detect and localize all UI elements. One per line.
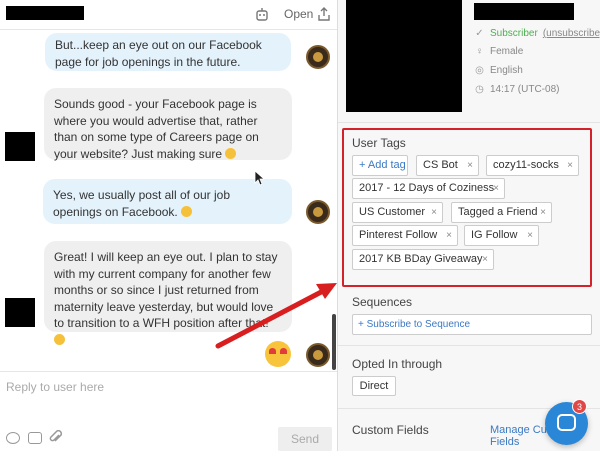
- subscribe-sequence-button[interactable]: + Subscribe to Sequence: [352, 314, 592, 335]
- profile-name-redacted: [474, 3, 574, 20]
- opted-in-title: Opted In through: [352, 357, 443, 371]
- language-value: English: [490, 65, 523, 76]
- remove-tag-icon[interactable]: ×: [431, 203, 437, 222]
- opted-in-value: Direct: [352, 376, 396, 396]
- reply-input[interactable]: Reply to user here: [6, 380, 104, 394]
- gender-row: ♀ Female: [474, 46, 524, 57]
- send-button[interactable]: Send: [278, 427, 332, 451]
- notification-badge: 3: [572, 399, 587, 414]
- user-tag: 2017 - 12 Days of Coziness ×: [352, 178, 505, 199]
- remove-tag-icon[interactable]: ×: [493, 179, 499, 198]
- remove-tag-icon[interactable]: ×: [527, 226, 533, 245]
- check-icon: ✓: [475, 28, 484, 39]
- emoji-icon[interactable]: [6, 432, 20, 444]
- page-avatar: [306, 45, 330, 69]
- tag-label: CS Bot: [423, 159, 458, 171]
- tag-label: 2017 - 12 Days of Coziness: [359, 182, 495, 194]
- remove-tag-icon[interactable]: ×: [467, 156, 473, 175]
- clock-icon: ◷: [475, 84, 484, 95]
- tag-label: cozy11-socks: [493, 159, 559, 171]
- message-text: Great! I will keep an eye out. I plan to…: [54, 250, 278, 330]
- chat-icon: [557, 414, 576, 431]
- tag-label: US Customer: [359, 206, 426, 218]
- user-avatar: [5, 298, 35, 327]
- user-tag: US Customer ×: [352, 202, 443, 223]
- message-user: Sounds good - your Facebook page is wher…: [44, 88, 292, 161]
- unsubscribe-link[interactable]: (unsubscribe): [543, 28, 600, 39]
- smile-emoji-icon: [54, 333, 65, 345]
- tag-label: Pinterest Follow: [359, 229, 438, 241]
- chat-scrollbar[interactable]: [332, 314, 336, 370]
- image-icon[interactable]: [28, 432, 42, 444]
- message-text: Yes, we usually post all of our job open…: [53, 188, 230, 219]
- contact-name-redacted: [6, 6, 84, 20]
- tag-label: IG Follow: [471, 229, 518, 241]
- tag-label: Tagged a Friend: [458, 206, 538, 218]
- user-tag: Tagged a Friend ×: [451, 202, 552, 223]
- time-row: ◷ 14:17 (UTC-08): [474, 84, 559, 95]
- bot-icon[interactable]: [254, 6, 270, 22]
- page-avatar: [306, 200, 330, 224]
- globe-icon: ◎: [475, 65, 484, 76]
- attachment-icon[interactable]: [49, 430, 63, 446]
- message-text: But...keep an eye out on our Facebook pa…: [55, 38, 262, 69]
- gender-icon: ♀: [475, 46, 484, 57]
- subscription-status: ✓ Subscriber (unsubscribe): [474, 28, 600, 39]
- status-label: Subscriber: [490, 28, 538, 39]
- remove-tag-icon[interactable]: ×: [482, 250, 488, 269]
- user-tag: CS Bot ×: [416, 155, 479, 176]
- smile-emoji-icon: [225, 147, 237, 159]
- chat-header: Open: [0, 0, 337, 30]
- time-value: 14:17 (UTC-08): [490, 84, 560, 95]
- share-icon[interactable]: [316, 6, 332, 22]
- custom-fields-title: Custom Fields: [352, 423, 429, 437]
- sequences-title: Sequences: [352, 295, 413, 309]
- gender-value: Female: [490, 46, 524, 57]
- user-tag: 2017 KB BDay Giveaway ×: [352, 249, 494, 270]
- page-avatar: [306, 343, 330, 367]
- remove-tag-icon[interactable]: ×: [567, 156, 573, 175]
- open-button[interactable]: Open: [284, 7, 313, 21]
- user-profile-pane: ✓ Subscriber (unsubscribe) ♀ Female ◎ En…: [338, 0, 600, 451]
- profile-photo: [346, 0, 462, 112]
- user-tag: IG Follow ×: [464, 225, 539, 246]
- heart-eyes-emoji-icon: [181, 205, 193, 217]
- user-tag: Pinterest Follow ×: [352, 225, 458, 246]
- remove-tag-icon[interactable]: ×: [446, 226, 452, 245]
- mouse-cursor-icon: [254, 170, 266, 186]
- language-row: ◎ English: [474, 65, 523, 76]
- add-tag-button[interactable]: + Add tag: [352, 155, 408, 176]
- conversation-pane: Open But...keep an eye out on our Facebo…: [0, 0, 337, 451]
- user-tags-title: User Tags: [352, 136, 406, 150]
- remove-tag-icon[interactable]: ×: [540, 203, 546, 222]
- heart-eyes-emoji-icon: [265, 341, 291, 367]
- user-tag: cozy11-socks ×: [486, 155, 579, 176]
- message-bot: But...keep an eye out on our Facebook pa…: [45, 33, 291, 71]
- user-avatar: [5, 132, 35, 161]
- tag-label: 2017 KB BDay Giveaway: [359, 253, 483, 265]
- message-user: Great! I will keep an eye out. I plan to…: [44, 241, 292, 345]
